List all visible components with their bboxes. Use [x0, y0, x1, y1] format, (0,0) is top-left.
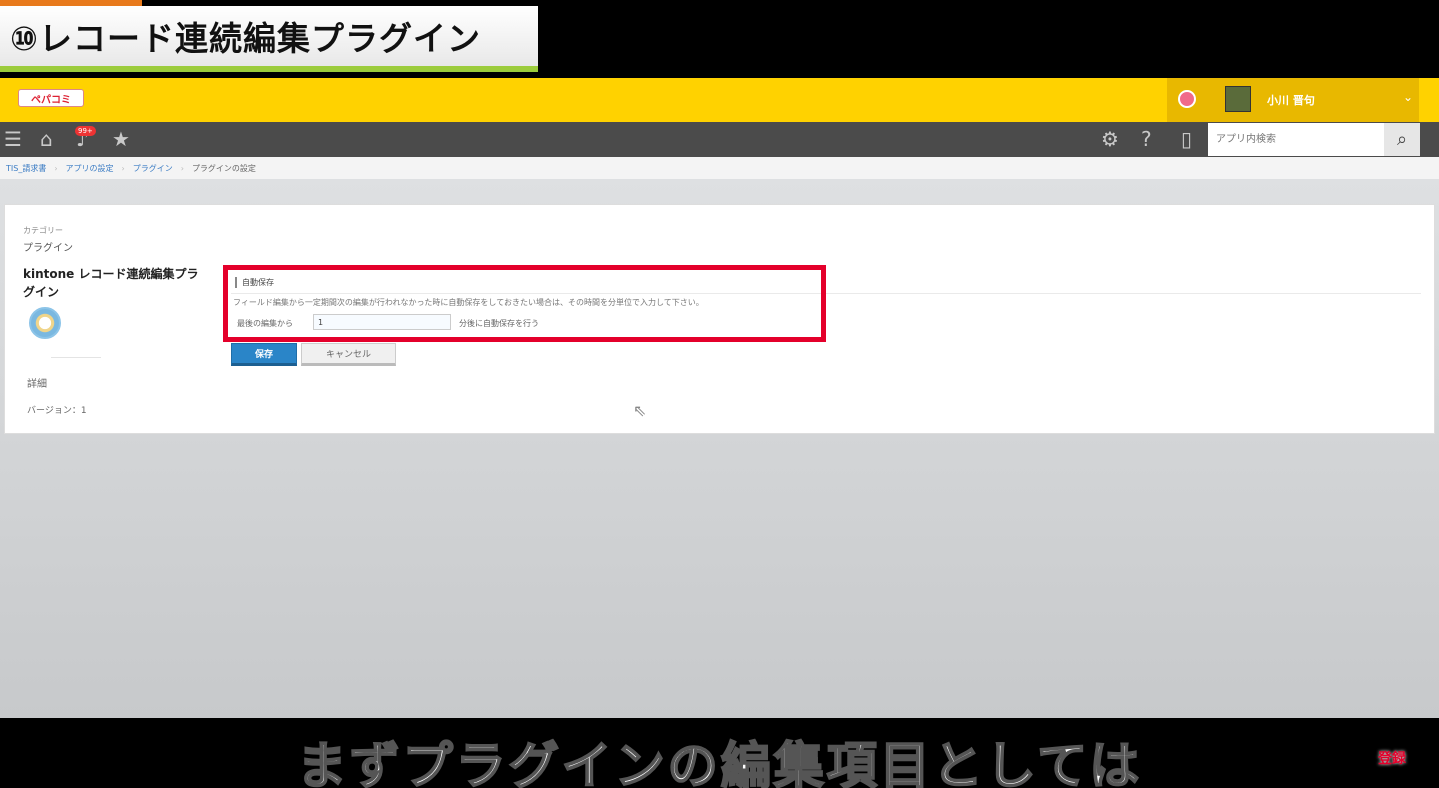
video-title: ⑩レコード連続編集プラグイン [10, 19, 481, 58]
breadcrumb-item[interactable]: プラグイン [133, 163, 173, 174]
video-title-banner: ⑩レコード連続編集プラグイン [0, 0, 538, 72]
toolbar: ☰ ⌂ ♪ 99+ ★ ⚙ ? ▯ ⌕ [0, 122, 1439, 157]
user-name: 小川 晋句 [1267, 94, 1315, 107]
notification-dot-icon[interactable] [1178, 90, 1196, 108]
plugin-name: kintone レコード連続編集プラグイン [23, 267, 199, 299]
version-label: バージョン：1 [27, 406, 87, 416]
mobile-icon[interactable]: ▯ [1181, 128, 1192, 150]
highlight-box [223, 265, 826, 342]
breadcrumb-current: プラグインの設定 [191, 163, 256, 173]
global-header: ペパコミ 小川 晋句 ⌄ [0, 78, 1439, 122]
subtitle: まずプラグインの編集項目としては [296, 736, 1143, 788]
cancel-button[interactable]: キャンセル [301, 343, 396, 366]
divider [51, 357, 101, 358]
breadcrumb-separator-icon: › [180, 163, 184, 173]
search-input[interactable] [1208, 123, 1384, 156]
menu-icon[interactable]: ☰ [4, 128, 22, 150]
category-label: カテゴリー [23, 226, 63, 235]
kintone-app: ペパコミ 小川 晋句 ⌄ ☰ ⌂ ♪ 99+ ★ ⚙ ? ▯ ⌕ TIS_請求書… [0, 78, 1439, 718]
save-button[interactable]: 保存 [231, 343, 297, 366]
avatar [1225, 86, 1251, 112]
breadcrumb: TIS_請求書 › アプリの設定 › プラグイン › プラグインの設定 [0, 157, 1439, 179]
notification-badge: 99+ [75, 126, 96, 136]
home-icon[interactable]: ⌂ [40, 128, 53, 150]
subscribe-button[interactable]: 登録 [1378, 748, 1406, 768]
breadcrumb-separator-icon: › [54, 163, 58, 173]
help-icon[interactable]: ? [1141, 128, 1152, 150]
mouse-cursor-icon: ⇖ [633, 401, 647, 420]
breadcrumb-item[interactable]: アプリの設定 [66, 163, 114, 174]
detail-link[interactable]: 詳細 [27, 375, 47, 390]
breadcrumb-separator-icon: › [121, 163, 125, 173]
chevron-down-icon[interactable]: ⌄ [1403, 90, 1413, 104]
search-icon[interactable]: ⌕ [1384, 123, 1420, 156]
plugin-icon [29, 307, 61, 339]
breadcrumb-item[interactable]: TIS_請求書 [6, 163, 46, 174]
gear-icon[interactable]: ⚙ [1101, 128, 1119, 150]
category-value: プラグイン [23, 243, 73, 254]
star-icon[interactable]: ★ [112, 128, 130, 150]
plugin-settings-panel: カテゴリー プラグイン kintone レコード連続編集プラグイン 詳細 バージ… [4, 204, 1435, 434]
subtitle-bar: まずプラグインの編集項目としては [0, 722, 1439, 788]
user-menu[interactable]: 小川 晋句 ⌄ [1167, 78, 1419, 122]
logo[interactable]: ペパコミ [18, 89, 84, 107]
